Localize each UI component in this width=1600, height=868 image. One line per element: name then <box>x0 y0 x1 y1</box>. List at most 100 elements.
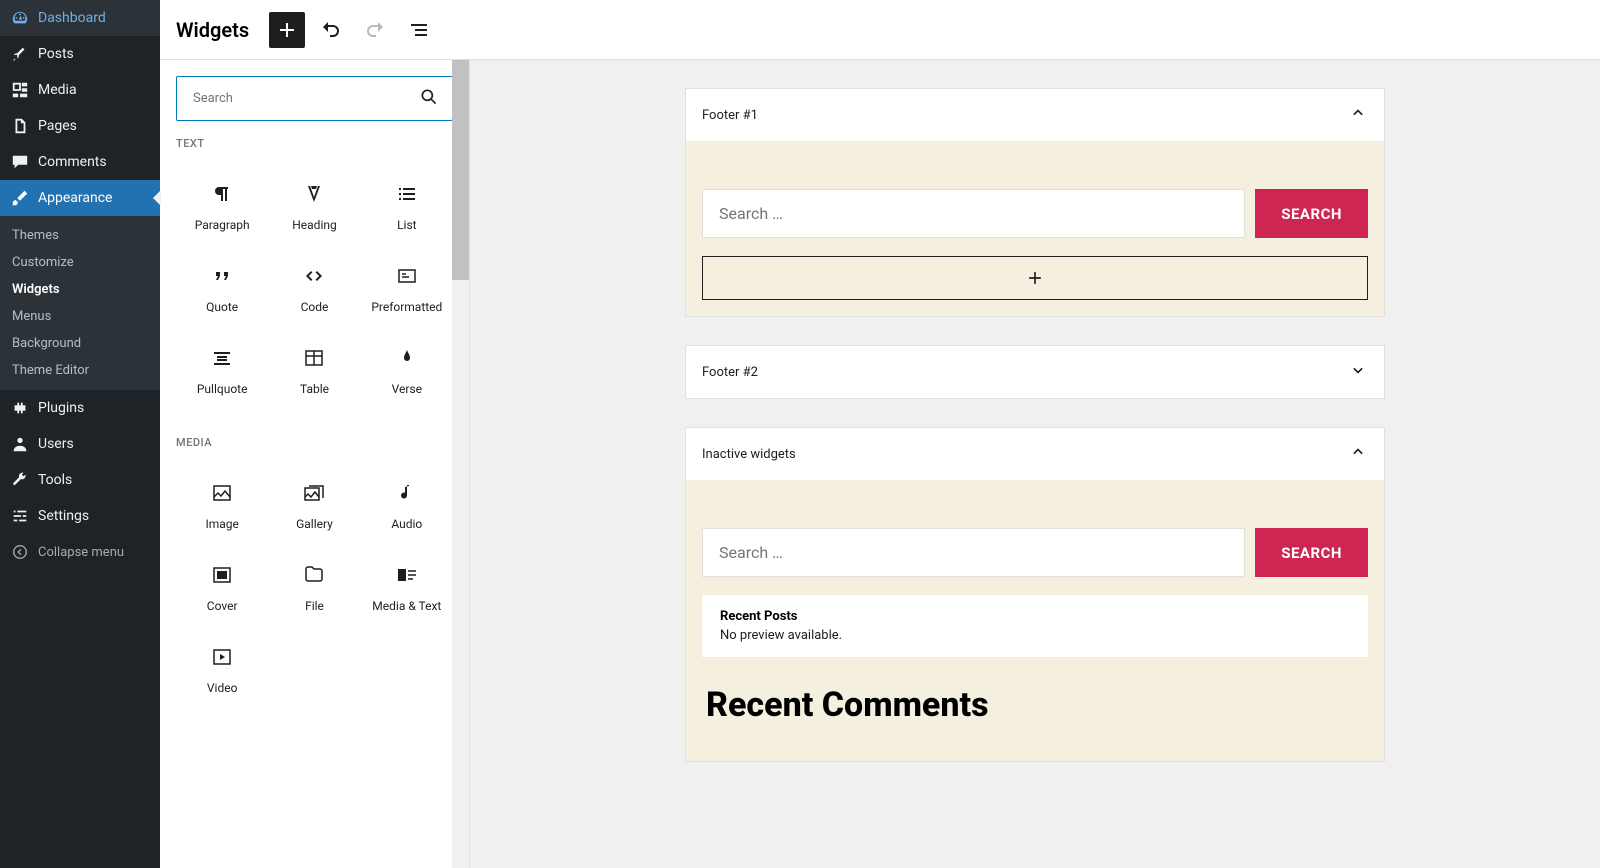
add-block-button[interactable] <box>702 256 1368 300</box>
inserter-scrollbar[interactable] <box>452 60 469 868</box>
block-heading-label: Heading <box>292 218 337 232</box>
block-list[interactable]: List <box>361 166 453 248</box>
block-verse-label: Verse <box>392 382 422 396</box>
search-widget: SEARCH <box>702 528 1368 577</box>
widget-area-title: Footer #1 <box>702 108 758 123</box>
wrench-icon <box>10 470 30 490</box>
verse-icon <box>395 346 419 370</box>
submenu-background[interactable]: Background <box>0 330 160 357</box>
widget-canvas: Footer #1 SEARCH <box>470 60 1600 868</box>
block-inserter-panel: TEXT Paragraph Heading List <box>160 60 470 868</box>
block-cover-label: Cover <box>207 599 238 613</box>
legacy-widget-title: Recent Posts <box>720 609 1350 624</box>
menu-appearance[interactable]: Appearance <box>0 180 160 216</box>
paragraph-icon <box>210 182 234 206</box>
table-icon <box>302 346 326 370</box>
collapse-menu[interactable]: Collapse menu <box>0 534 160 570</box>
submenu-theme-editor[interactable]: Theme Editor <box>0 357 160 384</box>
menu-settings[interactable]: Settings <box>0 498 160 534</box>
menu-users-label: Users <box>38 436 74 452</box>
block-audio-label: Audio <box>391 517 422 531</box>
editor-body: TEXT Paragraph Heading List <box>160 60 1600 868</box>
menu-pages[interactable]: Pages <box>0 108 160 144</box>
menu-appearance-label: Appearance <box>38 190 112 206</box>
block-table-label: Table <box>300 382 329 396</box>
search-widget-button[interactable]: SEARCH <box>1255 189 1368 238</box>
submenu-themes[interactable]: Themes <box>0 222 160 249</box>
block-pullquote[interactable]: Pullquote <box>176 330 268 412</box>
plug-icon <box>10 398 30 418</box>
chevron-down-icon <box>1348 360 1368 384</box>
menu-media-label: Media <box>38 82 77 98</box>
inserter-search-input[interactable] <box>176 76 453 121</box>
menu-dashboard-label: Dashboard <box>38 10 106 26</box>
block-file[interactable]: File <box>268 547 360 629</box>
block-cover[interactable]: Cover <box>176 547 268 629</box>
block-verse[interactable]: Verse <box>361 330 453 412</box>
image-icon <box>210 481 234 505</box>
widget-area-title: Footer #2 <box>702 365 758 380</box>
block-gallery[interactable]: Gallery <box>268 465 360 547</box>
block-video[interactable]: Video <box>176 629 268 711</box>
menu-posts[interactable]: Posts <box>0 36 160 72</box>
menu-plugins-label: Plugins <box>38 400 84 416</box>
menu-pages-label: Pages <box>38 118 77 134</box>
list-icon <box>395 182 419 206</box>
block-heading[interactable]: Heading <box>268 166 360 248</box>
widget-area-title: Inactive widgets <box>702 447 796 462</box>
submenu-customize[interactable]: Customize <box>0 249 160 276</box>
menu-settings-label: Settings <box>38 508 89 524</box>
legacy-widget-text: No preview available. <box>720 628 1350 643</box>
inserter-scrollbar-thumb[interactable] <box>452 60 469 280</box>
list-view-button[interactable] <box>401 12 437 48</box>
widget-area-header-footer-1[interactable]: Footer #1 <box>686 89 1384 141</box>
submenu-widgets[interactable]: Widgets <box>0 276 160 303</box>
redo-button[interactable] <box>357 12 393 48</box>
widget-area-header-footer-2[interactable]: Footer #2 <box>686 346 1384 398</box>
pages-icon <box>10 116 30 136</box>
widget-area-inactive: Inactive widgets SEARCH Recent Posts No … <box>685 427 1385 762</box>
user-icon <box>10 434 30 454</box>
search-widget-input[interactable] <box>702 189 1245 238</box>
block-gallery-label: Gallery <box>296 517 333 531</box>
appearance-submenu: Themes Customize Widgets Menus Backgroun… <box>0 216 160 390</box>
block-audio[interactable]: Audio <box>361 465 453 547</box>
search-widget-input[interactable] <box>702 528 1245 577</box>
widget-area-footer-2: Footer #2 <box>685 345 1385 399</box>
block-quote-label: Quote <box>206 300 238 314</box>
comments-icon <box>10 152 30 172</box>
inserter-search <box>176 76 453 121</box>
menu-comments[interactable]: Comments <box>0 144 160 180</box>
menu-dashboard[interactable]: Dashboard <box>0 0 160 36</box>
widget-area-footer-1: Footer #1 SEARCH <box>685 88 1385 317</box>
block-media-text[interactable]: Media & Text <box>361 547 453 629</box>
menu-plugins[interactable]: Plugins <box>0 390 160 426</box>
media-icon <box>10 80 30 100</box>
heading-icon <box>302 182 326 206</box>
plus-icon <box>1025 268 1045 288</box>
audio-icon <box>395 481 419 505</box>
sliders-icon <box>10 506 30 526</box>
widget-area-header-inactive[interactable]: Inactive widgets <box>686 428 1384 480</box>
legacy-widget-recent-posts[interactable]: Recent Posts No preview available. <box>702 595 1368 657</box>
search-widget-button[interactable]: SEARCH <box>1255 528 1368 577</box>
submenu-menus[interactable]: Menus <box>0 303 160 330</box>
block-image[interactable]: Image <box>176 465 268 547</box>
block-pullquote-label: Pullquote <box>197 382 248 396</box>
menu-tools[interactable]: Tools <box>0 462 160 498</box>
block-file-label: File <box>305 599 324 613</box>
collapse-icon <box>10 542 30 562</box>
undo-button[interactable] <box>313 12 349 48</box>
block-table[interactable]: Table <box>268 330 360 412</box>
toggle-inserter-button[interactable] <box>269 12 305 48</box>
block-quote[interactable]: Quote <box>176 248 268 330</box>
menu-media[interactable]: Media <box>0 72 160 108</box>
editor: Widgets TEXT <box>160 0 1600 868</box>
block-code[interactable]: Code <box>268 248 360 330</box>
quote-icon <box>210 264 234 288</box>
block-image-label: Image <box>205 517 238 531</box>
block-preformatted[interactable]: Preformatted <box>361 248 453 330</box>
menu-users[interactable]: Users <box>0 426 160 462</box>
page-title: Widgets <box>176 18 249 42</box>
block-paragraph[interactable]: Paragraph <box>176 166 268 248</box>
